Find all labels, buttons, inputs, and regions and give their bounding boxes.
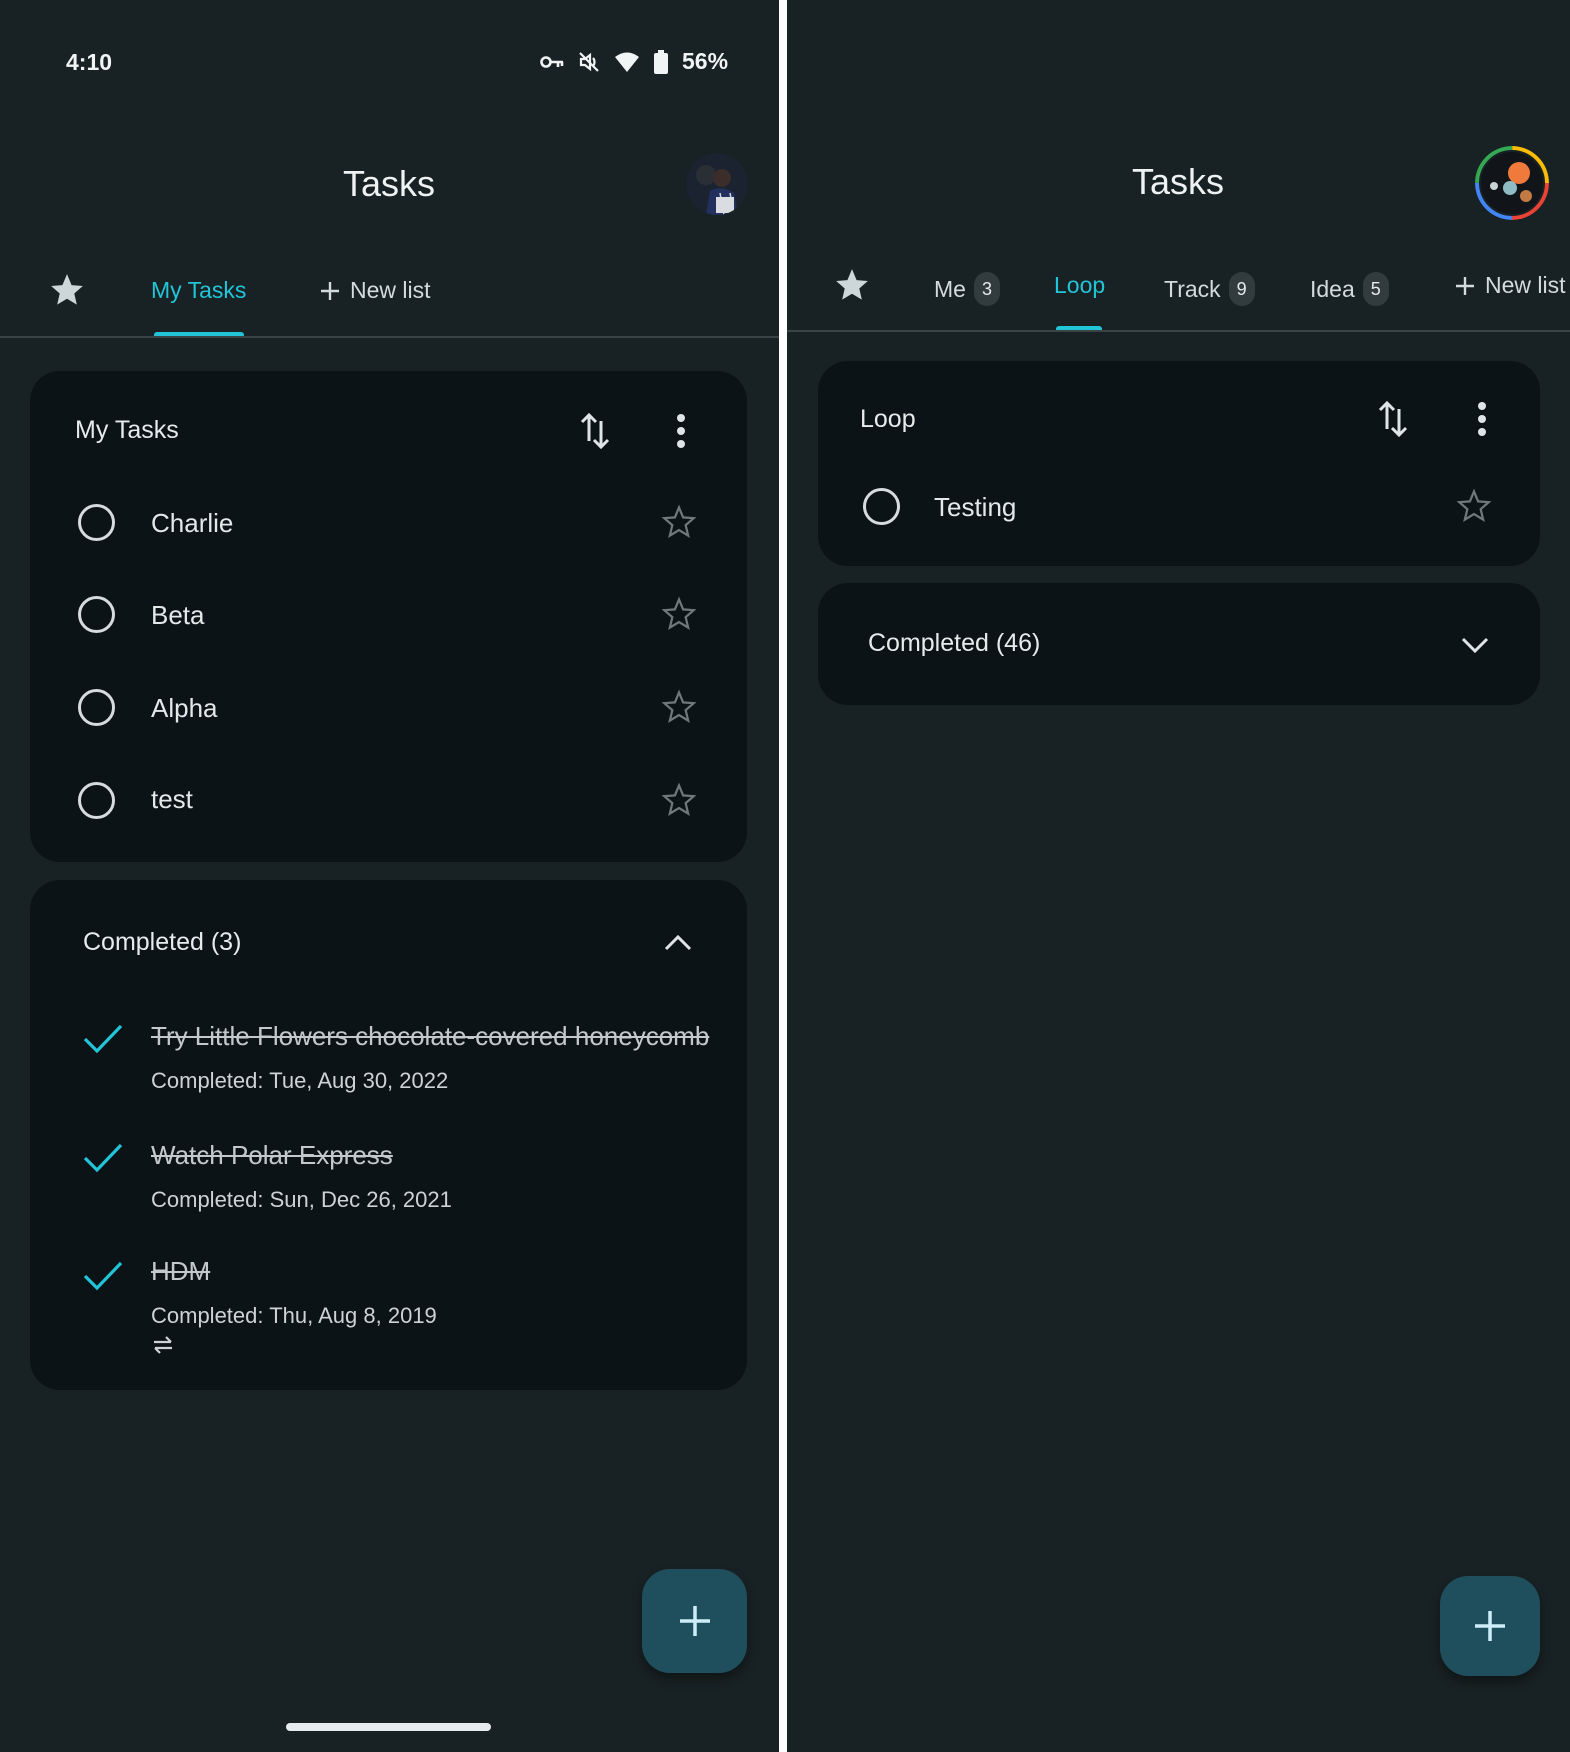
sort-button[interactable] — [1376, 399, 1410, 439]
complete-checkbox[interactable] — [78, 689, 115, 726]
plus-icon — [318, 279, 342, 303]
list-title: Loop — [860, 405, 916, 433]
completed-date: Completed: Thu, Aug 8, 2019 — [151, 1303, 437, 1328]
complete-checkbox[interactable] — [78, 782, 115, 819]
tab-label: Track — [1164, 275, 1221, 302]
tab-my-tasks[interactable]: My Tasks — [151, 277, 246, 304]
completed-title: Watch Polar Express — [151, 1140, 393, 1170]
plus-icon — [1473, 1609, 1507, 1643]
left-screen: 4:10 56% Tasks My Tasks New list My Task… — [0, 0, 779, 1752]
right-screen: Tasks Me 3 Loop Track 9 Idea 5 New list … — [787, 0, 1570, 1752]
check-icon[interactable] — [82, 1259, 124, 1293]
app-title: Tasks — [1131, 161, 1225, 202]
sort-button[interactable] — [578, 411, 612, 451]
completed-title: Try Little Flowers chocolate-covered hon… — [151, 1021, 710, 1051]
tab-loop[interactable]: Loop — [1054, 272, 1105, 299]
tab-me[interactable]: Me 3 — [934, 272, 1000, 306]
completed-date: Completed: Sun, Dec 26, 2021 — [151, 1187, 452, 1212]
completed-title: HDM — [151, 1256, 211, 1286]
task-row[interactable]: Charlie — [30, 491, 747, 555]
list-menu-button[interactable] — [675, 413, 687, 449]
battery-percent: 56% — [682, 48, 729, 74]
plus-icon — [1453, 274, 1477, 298]
task-title: Alpha — [151, 693, 218, 723]
task-row[interactable]: test — [30, 769, 747, 833]
screen-divider — [779, 0, 787, 1752]
more-vert-icon — [1476, 401, 1488, 437]
completed-header[interactable]: Completed (3) — [30, 910, 747, 976]
star-button[interactable] — [1455, 487, 1493, 525]
star-outline-icon — [660, 688, 698, 726]
tab-count-badge: 9 — [1228, 272, 1255, 306]
tab-count-badge: 5 — [1362, 272, 1389, 306]
new-list-button[interactable]: New list — [1453, 272, 1566, 299]
chevron-down-icon — [1460, 635, 1490, 655]
starred-tab[interactable] — [833, 266, 871, 304]
tab-divider — [787, 330, 1570, 332]
vibrate-off-icon — [578, 51, 600, 73]
task-list-card: Loop Testing — [818, 361, 1540, 566]
repeat-icon — [152, 1333, 174, 1357]
star-outline-icon — [660, 595, 698, 633]
sort-arrows-icon — [1376, 399, 1410, 439]
starred-tab[interactable] — [48, 271, 86, 309]
star-outline-icon — [1455, 487, 1493, 525]
check-icon[interactable] — [82, 1022, 124, 1056]
task-title: Testing — [934, 492, 1017, 522]
vpn-key-icon — [540, 53, 564, 71]
completed-item[interactable]: Watch Polar Express Completed: Sun, Dec … — [30, 1137, 747, 1237]
new-list-label: New list — [1485, 272, 1566, 298]
tab-label: Me — [934, 275, 966, 302]
complete-checkbox[interactable] — [78, 596, 115, 633]
task-list-card: My Tasks Charlie Beta Alpha test — [30, 371, 747, 862]
task-row[interactable]: Testing — [818, 475, 1540, 539]
star-icon — [48, 271, 86, 309]
star-button[interactable] — [660, 688, 698, 726]
star-outline-icon — [660, 503, 698, 541]
add-task-button[interactable] — [1440, 1576, 1540, 1676]
list-menu-button[interactable] — [1476, 401, 1488, 437]
battery-icon — [654, 49, 668, 74]
wifi-icon — [614, 51, 640, 73]
task-title: Charlie — [151, 508, 234, 538]
plus-icon — [678, 1604, 712, 1638]
tab-count-badge: 3 — [973, 272, 1000, 306]
completed-item[interactable]: Try Little Flowers chocolate-covered hon… — [30, 1018, 747, 1118]
completed-label: Completed (3) — [83, 928, 242, 956]
new-list-button[interactable]: New list — [318, 277, 431, 304]
task-row[interactable]: Alpha — [30, 676, 747, 740]
completed-card: Completed (3) Try Little Flowers chocola… — [30, 880, 747, 1390]
tab-track[interactable]: Track 9 — [1164, 272, 1255, 306]
task-title: Beta — [151, 600, 205, 630]
star-button[interactable] — [660, 781, 698, 819]
chevron-up-icon — [663, 932, 693, 952]
task-title: test — [151, 784, 193, 814]
completed-label: Completed (46) — [868, 629, 1041, 657]
home-indicator[interactable] — [286, 1723, 491, 1731]
tab-divider — [0, 336, 779, 338]
star-button[interactable] — [660, 503, 698, 541]
avatar[interactable] — [1475, 146, 1549, 220]
complete-checkbox[interactable] — [78, 504, 115, 541]
completed-item[interactable]: HDM Completed: Thu, Aug 8, 2019 — [30, 1253, 747, 1373]
tab-label: Idea — [1310, 275, 1355, 302]
status-icons: 56% — [540, 48, 728, 75]
sort-arrows-icon — [578, 411, 612, 451]
completed-card[interactable]: Completed (46) — [818, 583, 1540, 705]
completed-date: Completed: Tue, Aug 30, 2022 — [151, 1068, 449, 1093]
status-time: 4:10 — [66, 49, 113, 75]
star-icon — [833, 266, 871, 304]
star-button[interactable] — [660, 595, 698, 633]
new-list-label: New list — [350, 277, 431, 303]
app-title: Tasks — [342, 163, 436, 204]
check-icon[interactable] — [82, 1141, 124, 1175]
avatar[interactable] — [686, 153, 748, 215]
list-title: My Tasks — [75, 416, 179, 444]
complete-checkbox[interactable] — [863, 488, 900, 525]
star-outline-icon — [660, 781, 698, 819]
add-task-button[interactable] — [642, 1569, 747, 1673]
task-row[interactable]: Beta — [30, 583, 747, 647]
more-vert-icon — [675, 413, 687, 449]
tab-idea[interactable]: Idea 5 — [1310, 272, 1389, 306]
